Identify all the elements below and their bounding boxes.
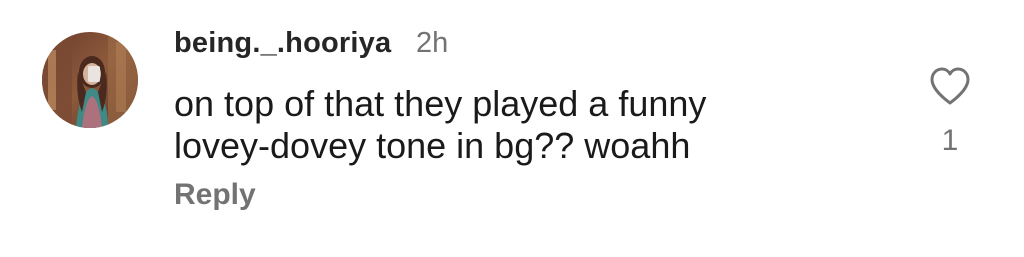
reply-button[interactable]: Reply xyxy=(174,178,256,212)
username[interactable]: being._.hooriya xyxy=(174,27,391,60)
comment-text-line: on top of that they played a funny xyxy=(174,83,707,124)
comment-text: on top of that they played a funny lovey… xyxy=(174,83,874,167)
like-button[interactable] xyxy=(926,62,974,110)
timestamp: 2h xyxy=(416,27,449,59)
heart-outline-icon xyxy=(930,67,970,105)
comment-item: being._.hooriya 2h on top of that they p… xyxy=(0,0,1024,257)
like-count: 1 xyxy=(941,124,959,157)
user-avatar[interactable] xyxy=(42,32,138,128)
comment-text-line: lovey-dovey tone in bg?? woahh xyxy=(174,125,691,166)
avatar-image xyxy=(42,32,138,128)
